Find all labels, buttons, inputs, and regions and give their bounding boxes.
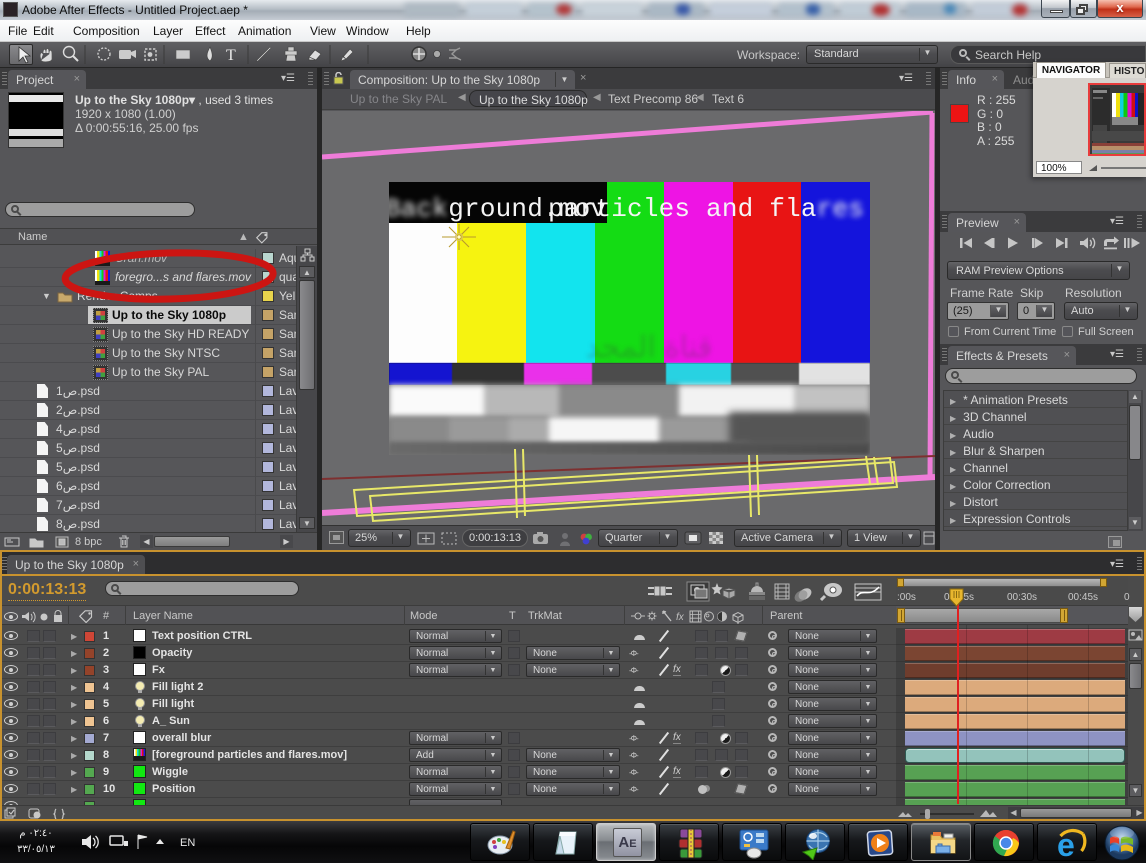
- svg-text:EN: EN: [180, 837, 195, 849]
- svg-text:T: T: [226, 47, 236, 64]
- svg-text:fx: fx: [676, 612, 685, 623]
